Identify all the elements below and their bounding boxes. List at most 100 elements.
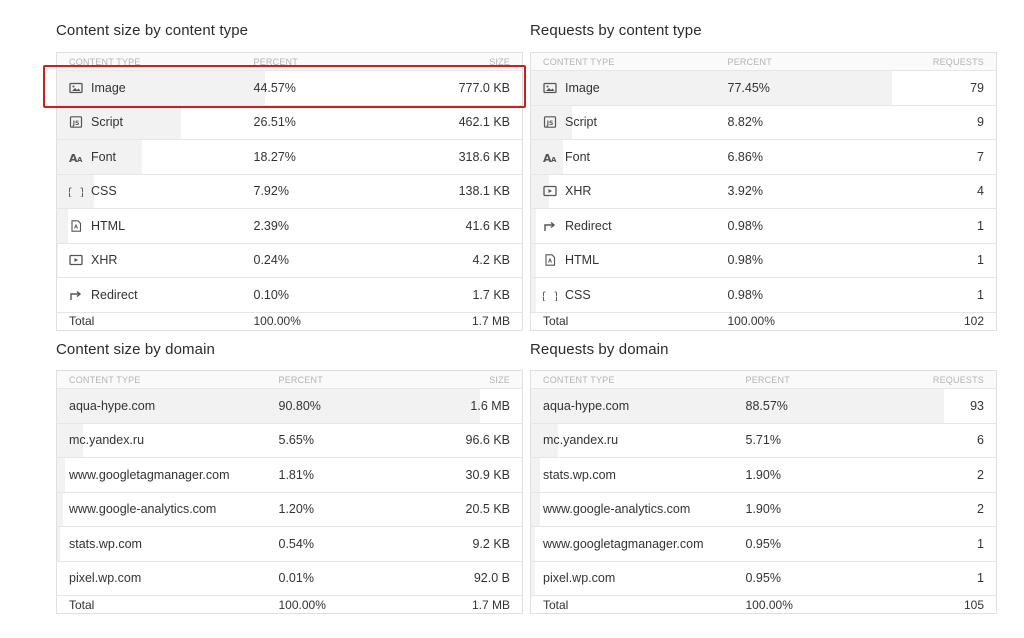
table-row[interactable]: stats.wp.com 0.54% 9.2 KB <box>56 526 523 562</box>
row-label: XHR <box>565 184 592 199</box>
column-header-percent[interactable]: PERCENT <box>734 371 921 389</box>
name-cell: JS Script <box>531 105 716 140</box>
svg-text:A: A <box>551 156 557 163</box>
name-cell: { } CSS <box>57 174 242 209</box>
table-row[interactable]: A A Font 6.86% 7 <box>530 139 997 175</box>
column-header-content-type[interactable]: CONTENT TYPE <box>57 53 242 71</box>
value-cell: 2 <box>977 467 984 482</box>
row-label: CSS <box>565 287 591 302</box>
table-row[interactable]: www.google-analytics.com 1.20% 20.5 KB <box>56 492 523 527</box>
total-row: Total 100.00% 102 <box>530 312 997 330</box>
name-cell: JS Script <box>57 105 242 140</box>
column-header-content-type[interactable]: CONTENT TYPE <box>531 53 716 71</box>
column-header-percent[interactable]: PERCENT <box>716 53 921 71</box>
name-cell: mc.yandex.ru <box>531 423 734 458</box>
table-row[interactable]: pixel.wp.com 0.95% 1 <box>530 561 997 596</box>
table-row[interactable]: A A Font 18.27% 318.6 KB <box>56 139 523 175</box>
name-cell: HTML <box>531 243 716 278</box>
table-row[interactable]: { } CSS 0.98% 1 <box>530 277 997 313</box>
share-bar <box>531 492 540 526</box>
name-cell: { } CSS <box>531 278 716 313</box>
percent-cell: 26.51% <box>253 115 296 130</box>
percent-cell: 0.98% <box>727 287 763 302</box>
value-cell: 9 <box>977 115 984 130</box>
total-percent: 100.00% <box>253 314 301 328</box>
value-cell: 79 <box>970 80 984 95</box>
column-header-percent[interactable]: PERCENT <box>242 53 447 71</box>
name-cell: A A Font <box>57 140 242 175</box>
total-percent: 100.00% <box>745 597 793 612</box>
value-cell: 93 <box>970 398 984 413</box>
table-row[interactable]: JS Script 8.82% 9 <box>530 105 997 140</box>
total-value: 105 <box>963 597 984 612</box>
row-label: Image <box>91 80 126 95</box>
table-header-row: CONTENT TYPE PERCENT SIZE <box>56 370 523 389</box>
name-cell: pixel.wp.com <box>57 561 267 596</box>
table-row[interactable]: Image 44.57% 777.0 KB <box>56 70 523 106</box>
redirect-icon <box>543 220 557 232</box>
value-cell: 1 <box>977 218 984 233</box>
table-row[interactable]: stats.wp.com 1.90% 2 <box>530 457 997 493</box>
row-label: Redirect <box>565 218 612 233</box>
share-bar <box>531 458 540 492</box>
value-cell: 462.1 KB <box>458 115 510 130</box>
column-header-size[interactable]: SIZE <box>447 371 523 389</box>
column-header-size[interactable]: SIZE <box>447 53 523 71</box>
row-label: Image <box>565 80 600 95</box>
redirect-icon <box>69 289 83 301</box>
percent-cell: 8.82% <box>727 115 763 130</box>
table-row[interactable]: HTML 0.98% 1 <box>530 243 997 278</box>
percent-cell: 77.45% <box>727 80 770 95</box>
name-cell: Image <box>531 71 892 106</box>
percent-cell: 7.92% <box>253 184 289 199</box>
share-bar <box>57 209 68 243</box>
image-icon <box>69 82 83 94</box>
table-row[interactable]: XHR 0.24% 4.2 KB <box>56 243 523 278</box>
table-row[interactable]: pixel.wp.com 0.01% 92.0 B <box>56 561 523 596</box>
column-header-content-type[interactable]: CONTENT TYPE <box>57 371 267 389</box>
table-row[interactable]: Image 77.45% 79 <box>530 70 997 106</box>
value-cell: 4 <box>977 184 984 199</box>
table-row[interactable]: XHR 3.92% 4 <box>530 174 997 209</box>
value-cell: 138.1 KB <box>458 184 510 199</box>
name-cell: www.googletagmanager.com <box>531 527 734 562</box>
percent-cell: 0.01% <box>278 571 314 586</box>
share-bar <box>57 243 58 277</box>
value-cell: 1 <box>977 571 984 586</box>
row-label: www.google-analytics.com <box>543 502 691 517</box>
table-row[interactable]: mc.yandex.ru 5.65% 96.6 KB <box>56 423 523 458</box>
percent-cell: 5.71% <box>745 433 781 448</box>
total-value: 102 <box>963 314 984 328</box>
value-cell: 1 <box>977 253 984 268</box>
value-cell: 1 <box>977 536 984 551</box>
column-header-requests[interactable]: REQUESTS <box>921 371 997 389</box>
table-row[interactable]: aqua-hype.com 90.80% 1.6 MB <box>56 388 523 424</box>
total-value: 1.7 MB <box>471 597 510 612</box>
row-label: CSS <box>91 184 117 199</box>
table-row[interactable]: www.googletagmanager.com 1.81% 30.9 KB <box>56 457 523 493</box>
table-row[interactable]: HTML 2.39% 41.6 KB <box>56 208 523 244</box>
table-row[interactable]: JS Script 26.51% 462.1 KB <box>56 105 523 140</box>
row-label: aqua-hype.com <box>69 398 156 413</box>
requests-by-type-panel: Requests by content type CONTENT TYPE PER… <box>530 20 997 331</box>
percent-cell: 6.86% <box>727 149 763 164</box>
row-label: www.google-analytics.com <box>69 502 217 517</box>
row-label: XHR <box>91 253 118 268</box>
percent-cell: 0.95% <box>745 571 781 586</box>
value-cell: 1.7 KB <box>472 287 510 302</box>
total-row: Total 100.00% 1.7 MB <box>56 595 523 614</box>
table-row[interactable]: www.google-analytics.com 1.90% 2 <box>530 492 997 527</box>
table-row[interactable]: Redirect 0.98% 1 <box>530 208 997 244</box>
name-cell: www.googletagmanager.com <box>57 458 267 493</box>
panel-title: Content size by content type <box>56 22 249 39</box>
table-row[interactable]: www.googletagmanager.com 0.95% 1 <box>530 526 997 562</box>
table-row[interactable]: mc.yandex.ru 5.71% 6 <box>530 423 997 458</box>
share-bar <box>531 278 536 312</box>
table-row[interactable]: Redirect 0.10% 1.7 KB <box>56 277 523 313</box>
column-header-percent[interactable]: PERCENT <box>267 371 447 389</box>
table-row[interactable]: { } CSS 7.92% 138.1 KB <box>56 174 523 209</box>
percent-cell: 2.39% <box>253 218 289 233</box>
column-header-content-type[interactable]: CONTENT TYPE <box>531 371 734 389</box>
table-row[interactable]: aqua-hype.com 88.57% 93 <box>530 388 997 424</box>
column-header-requests[interactable]: REQUESTS <box>921 53 997 71</box>
